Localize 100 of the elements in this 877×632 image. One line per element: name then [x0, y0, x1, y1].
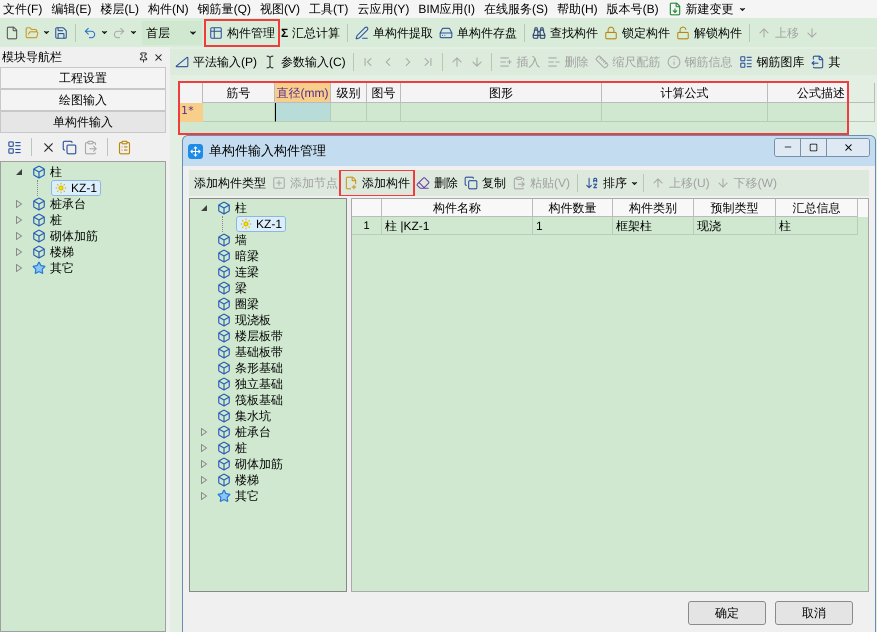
menu-item[interactable]: 帮助(H) [557, 0, 598, 18]
column-header[interactable]: 构件类别 [613, 199, 694, 217]
tree-item[interactable]: 楼梯 [28, 244, 78, 260]
tree-item[interactable]: 楼梯 [213, 472, 263, 488]
menu-item[interactable]: 编辑(E) [51, 0, 92, 18]
column-header[interactable]: 汇总信息 [776, 199, 858, 217]
tree-item[interactable]: 柱 [28, 164, 66, 180]
tree-item[interactable]: 现浇板 [213, 312, 275, 328]
column-header[interactable]: 图形 [401, 83, 602, 103]
menu-item[interactable]: 云应用(Y) [357, 0, 410, 18]
table-cell[interactable] [401, 103, 602, 122]
menu-item[interactable]: 钢筋量(Q) [198, 0, 251, 18]
column-header[interactable]: 图号 [367, 83, 401, 103]
toolbar-button[interactable]: 单构件提取 [352, 20, 436, 44]
expand-icon[interactable] [200, 428, 208, 436]
table-cell[interactable] [275, 103, 331, 122]
menu-item[interactable]: 文件(F) [3, 0, 42, 18]
table-cell[interactable] [367, 103, 401, 122]
toolbar-button[interactable]: 复制 [461, 171, 509, 195]
tree-item[interactable]: 砌体加筋 [213, 456, 287, 472]
tree-item[interactable]: 楼层板带 [213, 328, 287, 344]
menu-item[interactable]: BIM应用(I) [418, 0, 475, 18]
tree-item[interactable]: 桩 [213, 440, 251, 456]
tree-item[interactable]: 条形基础 [213, 360, 287, 376]
tree-item[interactable]: 基础板带 [213, 344, 287, 360]
toolbar-button[interactable]: 构件管理 [206, 20, 278, 44]
close-icon[interactable] [153, 52, 164, 62]
toolbar-button[interactable]: 锁定构件 [601, 20, 674, 44]
tree-item[interactable]: 集水坑 [213, 408, 275, 424]
toolbar-button[interactable]: Σ 汇总计算 [278, 20, 344, 44]
pin-icon[interactable] [138, 52, 149, 62]
table-cell[interactable] [602, 103, 768, 122]
expand-icon[interactable] [15, 248, 23, 256]
tree-item[interactable]: 砌体加筋 [28, 228, 102, 244]
tree-item[interactable]: 桩承台 [28, 196, 90, 212]
toolbar-button[interactable]: 解锁构件 [673, 20, 746, 44]
expand-icon[interactable] [200, 476, 208, 484]
nav-section[interactable]: 单构件输入 [0, 111, 166, 133]
tree-item[interactable]: 暗梁 [213, 248, 263, 264]
toolbar-button[interactable]: 参数输入(C) [260, 50, 349, 74]
column-header[interactable]: 构件数量 [533, 199, 613, 217]
tree-item[interactable]: 独立基础 [213, 376, 287, 392]
tree-item[interactable]: 桩 [28, 212, 66, 228]
tree-item[interactable]: 其它 [213, 488, 263, 504]
table-cell[interactable]: 现浇 [694, 217, 776, 235]
tree-item[interactable]: 柱 [213, 200, 251, 216]
close-button[interactable] [827, 138, 869, 156]
column-header[interactable]: 直径(mm) [275, 83, 331, 103]
tree-item[interactable]: 其它 [28, 260, 78, 276]
tree-item[interactable]: 连梁 [213, 264, 263, 280]
tool-button[interactable] [61, 138, 78, 156]
menu-item[interactable]: 版本号(B) [606, 0, 659, 18]
toolbar-button[interactable]: 添加构件 [341, 171, 413, 195]
expand-icon[interactable] [200, 444, 208, 452]
column-header[interactable]: 级别 [331, 83, 367, 103]
collapse-icon[interactable] [200, 204, 208, 212]
table-cell[interactable]: 柱 |KZ-1 [382, 217, 533, 235]
dialog-button[interactable]: 取消 [775, 601, 853, 625]
column-header[interactable]: 公式描述 [768, 83, 875, 103]
menu-item[interactable]: 构件(N) [148, 0, 189, 18]
tree-item[interactable]: 筏板基础 [213, 392, 287, 408]
toolbar-button[interactable]: 钢筋图库 [736, 50, 808, 74]
column-header[interactable]: 构件名称 [382, 199, 533, 217]
toolbar-button[interactable]: 添加构件类型 [191, 171, 269, 195]
toolbar-button[interactable]: 平法输入(P) [172, 50, 260, 74]
expand-icon[interactable] [15, 216, 23, 224]
column-header[interactable]: 预制类型 [694, 199, 776, 217]
table-cell[interactable] [768, 103, 875, 122]
menu-item[interactable]: 视图(V) [260, 0, 300, 18]
toolbar-button[interactable]: 排序 [582, 171, 630, 195]
floor-dropdown[interactable]: 首层 [142, 20, 202, 44]
expand-icon[interactable] [15, 264, 23, 272]
tree-item[interactable]: KZ-1 [51, 180, 102, 196]
menu-item[interactable]: 楼层(L) [100, 0, 139, 18]
table-cell[interactable] [331, 103, 367, 122]
tree-item[interactable]: 桩承台 [213, 424, 275, 440]
maximize-button[interactable] [801, 138, 827, 156]
expand-icon[interactable] [15, 232, 23, 240]
column-header[interactable]: 计算公式 [602, 83, 768, 103]
menu-item[interactable]: 在线服务(S) [484, 0, 548, 18]
table-cell[interactable]: 框架柱 [613, 217, 694, 235]
collapse-icon[interactable] [15, 168, 23, 176]
caret-icon[interactable] [42, 28, 51, 37]
toolbar-button[interactable]: 查找构件 [529, 20, 602, 44]
menu-item[interactable]: 新建变更 [686, 0, 734, 18]
tree-item[interactable]: 梁 [213, 280, 251, 296]
table-cell[interactable]: 1 [533, 217, 613, 235]
expand-icon[interactable] [200, 492, 208, 500]
dialog-button[interactable]: 确定 [688, 601, 766, 625]
tree-item[interactable]: KZ-1 [236, 216, 286, 232]
toolbar-button[interactable]: 其 [808, 50, 844, 74]
nav-section[interactable]: 绘图输入 [0, 89, 166, 111]
caret-icon[interactable] [100, 28, 109, 37]
menu-item[interactable]: 工具(T) [309, 0, 348, 18]
tree-item[interactable]: 墙 [213, 232, 251, 248]
expand-icon[interactable] [200, 460, 208, 468]
nav-section[interactable]: 工程设置 [0, 67, 166, 89]
tool-button[interactable] [6, 138, 23, 156]
toolbar-button[interactable]: 单构件存盘 [436, 20, 520, 44]
toolbar-button[interactable]: 删除 [413, 171, 461, 195]
